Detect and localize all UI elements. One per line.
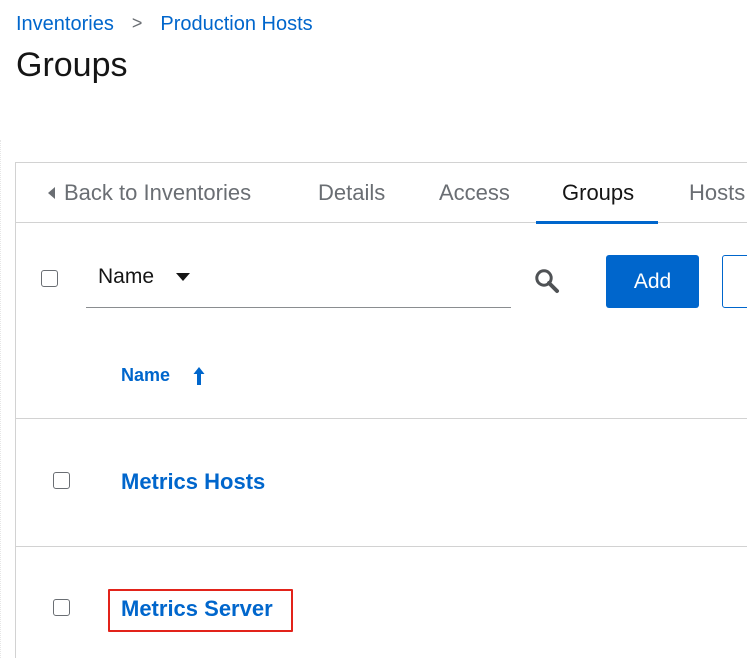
sort-ascending-icon [193,366,205,385]
filter-select-value: Name [98,265,155,288]
tab-back-label: Back to Inventories [64,180,252,205]
tab-list: Back to Inventories Details Access Group… [16,163,747,224]
breadcrumb-separator-icon: > [131,13,143,33]
caret-down-icon [176,273,191,281]
group-name-link[interactable]: Metrics Hosts [121,469,265,495]
column-header-name[interactable]: Name [121,365,206,386]
groups-card: Back to Inventories Details Access Group… [15,162,747,658]
search-underline [86,307,511,308]
page-divider [0,140,1,658]
column-header-label: Name [121,365,171,385]
breadcrumb-item-inventories[interactable]: Inventories [16,13,114,36]
tab-hosts-label: Hosts [689,180,746,205]
tab-access-label: Access [439,180,510,205]
caret-left-icon [48,187,55,199]
add-button[interactable]: Add [606,255,699,308]
breadcrumb-item-production-hosts[interactable]: Production Hosts [160,13,312,36]
row-checkbox[interactable] [53,599,70,616]
filter-select[interactable]: Name [86,253,226,301]
tab-hosts[interactable]: Hosts [689,163,745,223]
tab-access[interactable]: Access [439,163,510,223]
table-row: Metrics Server [16,547,747,658]
toolbar: Name Add [16,223,747,323]
secondary-action-button[interactable] [722,255,747,308]
search-input[interactable] [226,253,511,301]
tab-details-label: Details [318,180,386,205]
page: Inventories > Production Hosts Groups Ba… [0,0,747,658]
row-checkbox[interactable] [53,472,70,489]
group-name-link[interactable]: Metrics Server [121,596,273,622]
tab-groups[interactable]: Groups [535,163,659,224]
search-icon[interactable] [534,268,560,294]
page-title: Groups [16,46,128,84]
breadcrumb: Inventories > Production Hosts [16,13,313,36]
tab-groups-label: Groups [562,180,635,205]
tab-back-to-inventories[interactable]: Back to Inventories [48,163,251,223]
select-all-checkbox[interactable] [41,270,58,287]
table-row: Metrics Hosts [16,419,747,547]
tab-details[interactable]: Details [318,163,385,223]
